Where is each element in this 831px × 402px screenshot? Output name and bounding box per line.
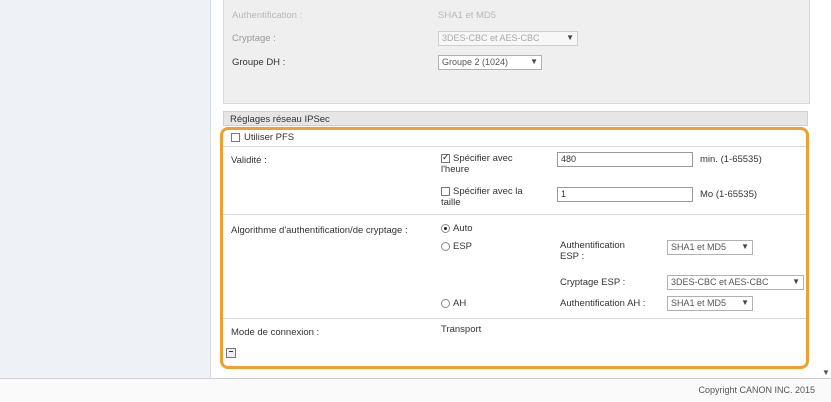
ah-auth-select-value: SHA1 et MD5 bbox=[671, 298, 727, 308]
scroll-down-icon[interactable]: ▼ bbox=[822, 368, 830, 377]
top-settings-panel: Authentification : SHA1 et MD5 Cryptage … bbox=[223, 0, 810, 104]
footer: Copyright CANON INC. 2015 bbox=[0, 378, 831, 402]
encryption-select-value: 3DES-CBC et AES-CBC bbox=[442, 33, 540, 43]
auto-radio[interactable] bbox=[441, 224, 450, 233]
divider bbox=[223, 214, 806, 215]
authentication-value: SHA1 et MD5 bbox=[438, 10, 497, 21]
chevron-down-icon: ▼ bbox=[530, 57, 538, 66]
dh-group-select-value: Groupe 2 (1024) bbox=[442, 57, 509, 67]
divider bbox=[223, 146, 806, 147]
ah-label: AH bbox=[453, 298, 467, 309]
esp-label: ESP bbox=[453, 241, 473, 252]
chevron-down-icon: ▼ bbox=[792, 277, 800, 286]
esp-auth-select[interactable]: SHA1 et MD5 ▼ bbox=[667, 240, 753, 255]
authentication-label: Authentification : bbox=[232, 10, 303, 21]
size-input[interactable]: 1 bbox=[557, 187, 693, 202]
dh-group-label: Groupe DH : bbox=[232, 57, 286, 68]
esp-enc-label: Cryptage ESP : bbox=[560, 277, 626, 288]
chevron-down-icon: ▼ bbox=[741, 298, 749, 307]
specify-time-label-1: Spécifier avec bbox=[453, 153, 513, 164]
connection-mode-label: Mode de connexion : bbox=[231, 327, 320, 338]
connection-mode-value: Transport bbox=[441, 324, 482, 335]
chevron-down-icon: ▼ bbox=[741, 242, 749, 251]
specify-size-label-2: taille bbox=[441, 197, 461, 208]
validity-label: Validité : bbox=[231, 155, 267, 166]
time-unit: min. (1-65535) bbox=[700, 154, 762, 165]
size-unit: Mo (1-65535) bbox=[700, 189, 758, 200]
esp-auth-label-2: ESP : bbox=[560, 251, 585, 262]
esp-enc-select[interactable]: 3DES-CBC et AES-CBC ▼ bbox=[667, 275, 804, 290]
left-sidebar bbox=[0, 0, 211, 378]
specify-time-label-2: l'heure bbox=[441, 164, 470, 175]
esp-auth-label-1: Authentification bbox=[560, 240, 625, 251]
specify-size-label-1: Spécifier avec la bbox=[453, 186, 523, 197]
time-input[interactable]: 480 bbox=[557, 152, 693, 167]
specify-time-checkbox[interactable] bbox=[441, 152, 450, 163]
esp-auth-select-value: SHA1 et MD5 bbox=[671, 242, 727, 252]
chevron-down-icon: ▼ bbox=[566, 33, 574, 42]
esp-radio[interactable] bbox=[441, 242, 450, 251]
use-pfs-checkbox[interactable] bbox=[231, 133, 240, 142]
specify-size-checkbox[interactable] bbox=[441, 187, 450, 196]
ah-auth-select[interactable]: SHA1 et MD5 ▼ bbox=[667, 296, 753, 311]
encryption-label: Cryptage : bbox=[232, 33, 276, 44]
esp-enc-select-value: 3DES-CBC et AES-CBC bbox=[671, 277, 769, 287]
divider bbox=[223, 318, 806, 319]
back-to-top-icon[interactable] bbox=[226, 348, 236, 358]
encryption-select[interactable]: 3DES-CBC et AES-CBC ▼ bbox=[438, 31, 578, 46]
algorithm-label: Algorithme d'authentification/de cryptag… bbox=[231, 225, 408, 236]
use-pfs-label: Utiliser PFS bbox=[244, 132, 295, 143]
ah-radio[interactable] bbox=[441, 299, 450, 308]
auto-label: Auto bbox=[453, 223, 473, 234]
ipsec-section-header: Réglages réseau IPSec bbox=[223, 111, 808, 126]
copyright-text: Copyright CANON INC. 2015 bbox=[698, 385, 815, 395]
ah-auth-label: Authentification AH : bbox=[560, 298, 646, 309]
dh-group-select[interactable]: Groupe 2 (1024) ▼ bbox=[438, 55, 542, 70]
